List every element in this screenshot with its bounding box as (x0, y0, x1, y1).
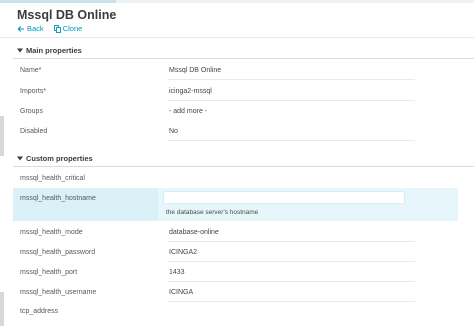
health-port-input[interactable]: 1433 (169, 269, 185, 276)
top-strip-right (116, 0, 474, 3)
health-hostname-input[interactable] (163, 191, 405, 204)
health-port-label: mssql_health_port (20, 269, 78, 276)
clone-icon (53, 24, 61, 33)
health-hostname-hint: the database server's hostname (166, 209, 259, 216)
main-properties-toggle[interactable]: Main properties (17, 46, 82, 55)
health-port-row: mssql_health_port 1433 (13, 264, 458, 284)
custom-properties-heading: Custom properties (26, 154, 93, 163)
name-row: Name* Mssql DB Online (13, 62, 458, 82)
name-underline (168, 79, 415, 80)
imports-underline (168, 100, 415, 101)
imports-input[interactable]: icinga2-mssql (169, 88, 212, 95)
health-username-row: mssql_health_username ICINGA (13, 284, 458, 304)
disabled-select[interactable]: No (169, 128, 178, 135)
health-username-label: mssql_health_username (20, 289, 97, 296)
clone-button[interactable]: Clone (53, 24, 83, 33)
health-password-input[interactable]: ICINGA2 (169, 249, 197, 256)
top-accent-strip (0, 0, 474, 3)
imports-row: Imports* icinga2-mssql (13, 83, 458, 103)
health-password-row: mssql_health_password ICINGA2 (13, 244, 458, 264)
health-username-input[interactable]: ICINGA (169, 289, 193, 296)
groups-row: Groups - add more - (13, 103, 458, 123)
groups-select[interactable]: - add more - (169, 108, 207, 115)
tcp-address-label: tcp_address (20, 308, 59, 315)
name-label: Name* (20, 67, 42, 74)
health-mode-input[interactable]: database-online (169, 229, 219, 236)
custom-properties-divider (13, 166, 474, 167)
disabled-row: Disabled No (13, 123, 458, 143)
sidebar-edge (0, 116, 4, 156)
health-mode-row: mssql_health_mode database-online (13, 224, 458, 244)
health-password-underline (168, 261, 415, 262)
top-strip-left (0, 0, 116, 3)
main-properties-divider (13, 58, 474, 59)
health-critical-row: mssql_health_critical (13, 170, 458, 190)
imports-label: Imports* (20, 88, 47, 95)
tcp-address-row: tcp_address (13, 304, 458, 324)
health-username-underline (168, 301, 415, 302)
health-mode-label: mssql_health_mode (20, 229, 83, 236)
name-input[interactable]: Mssql DB Online (169, 67, 221, 74)
custom-properties-toggle[interactable]: Custom properties (17, 154, 93, 163)
health-mode-underline (168, 241, 415, 242)
action-bar: Back Clone (17, 24, 82, 33)
health-hostname-label-box (13, 188, 158, 221)
main-properties-heading: Main properties (26, 46, 82, 55)
groups-label: Groups (20, 108, 43, 115)
disabled-underline (168, 140, 415, 141)
sidebar-edge-lower (0, 292, 4, 326)
disabled-label: Disabled (20, 128, 48, 135)
header-divider (0, 37, 474, 38)
health-hostname-label: mssql_health_hostname (20, 195, 96, 202)
health-hostname-row: mssql_health_hostname the database serve… (13, 188, 458, 221)
health-critical-label: mssql_health_critical (20, 175, 85, 182)
caret-down-icon (17, 48, 23, 53)
back-arrow-icon (17, 25, 24, 32)
back-button[interactable]: Back (17, 24, 44, 33)
back-label: Back (27, 24, 44, 33)
page-title: Mssql DB Online (17, 8, 117, 22)
health-port-underline (168, 281, 415, 282)
health-password-label: mssql_health_password (20, 249, 96, 256)
caret-down-icon (17, 156, 23, 161)
clone-label: Clone (62, 24, 83, 33)
